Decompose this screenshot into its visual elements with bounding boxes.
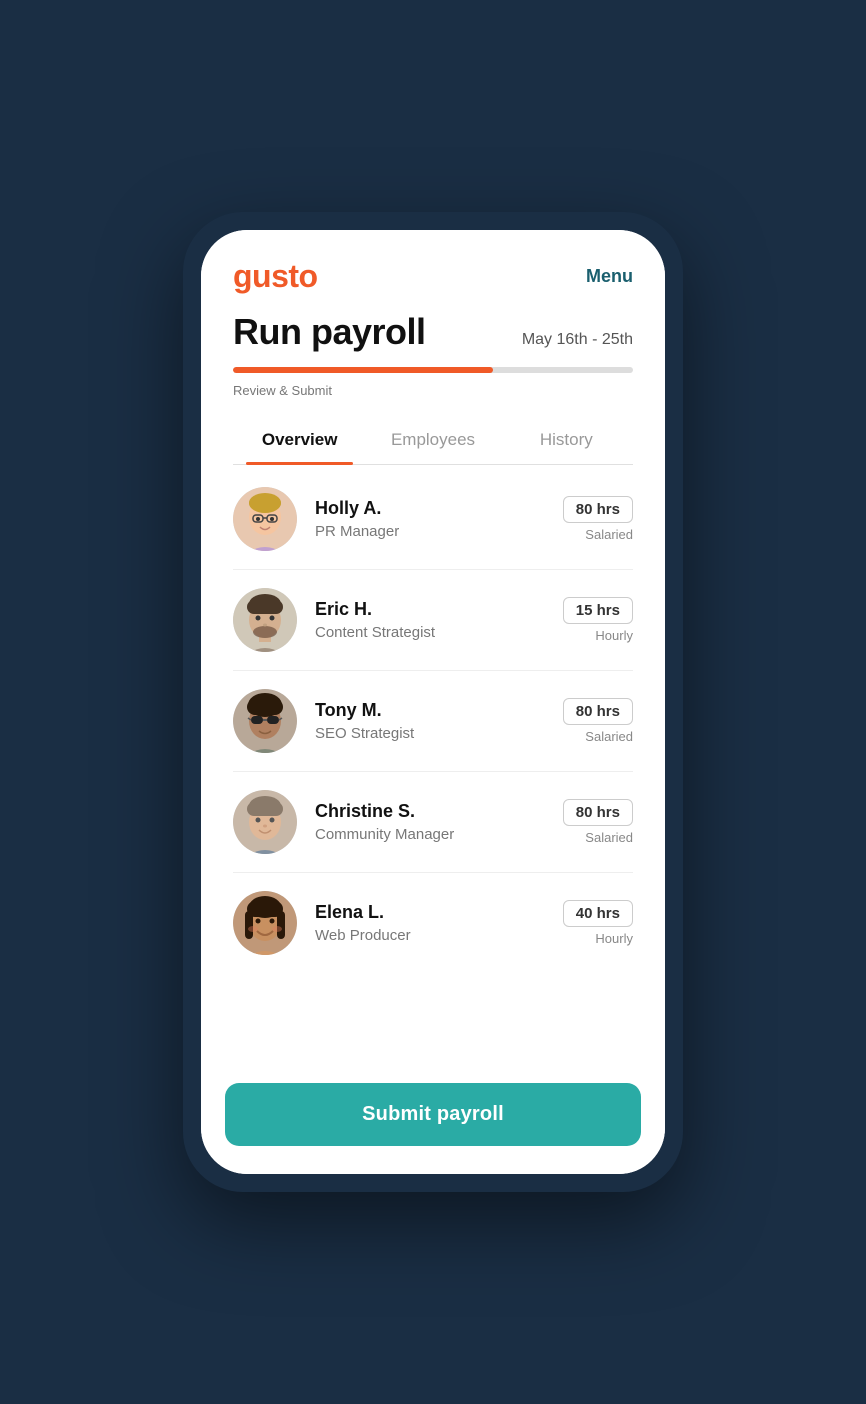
content-area: Run payroll May 16th - 25th Review & Sub…	[201, 311, 665, 1067]
avatar	[233, 891, 297, 955]
employee-name: Tony M.	[315, 700, 563, 721]
tab-history[interactable]: History	[500, 416, 633, 464]
employee-name: Eric H.	[315, 599, 563, 620]
progress-label: Review & Submit	[233, 383, 633, 398]
pay-type: Salaried	[563, 527, 633, 542]
date-range: May 16th - 25th	[522, 331, 633, 349]
hours-badge: 80 hrs	[563, 496, 633, 523]
phone-screen: gusto Menu Run payroll May 16th - 25th R…	[201, 230, 665, 1174]
table-row[interactable]: Eric H. Content Strategist 15 hrs Hourly	[233, 570, 633, 671]
table-row[interactable]: Holly A. PR Manager 80 hrs Salaried	[233, 469, 633, 570]
hours-badge: 40 hrs	[563, 900, 633, 927]
pay-type: Hourly	[563, 931, 633, 946]
app-logo: gusto	[233, 258, 318, 295]
hours-block: 80 hrs Salaried	[563, 799, 633, 845]
submit-payroll-button[interactable]: Submit payroll	[225, 1083, 641, 1146]
employee-info: Holly A. PR Manager	[315, 498, 563, 540]
pay-type: Hourly	[563, 628, 633, 643]
table-row[interactable]: Elena L. Web Producer 40 hrs Hourly	[233, 873, 633, 973]
pay-type: Salaried	[563, 830, 633, 845]
tab-overview[interactable]: Overview	[233, 416, 366, 464]
progress-bar	[233, 367, 633, 373]
employee-list: Holly A. PR Manager 80 hrs Salaried	[233, 469, 633, 973]
employee-name: Christine S.	[315, 801, 563, 822]
table-row[interactable]: Tony M. SEO Strategist 80 hrs Salaried	[233, 671, 633, 772]
avatar	[233, 588, 297, 652]
page-title: Run payroll	[233, 311, 426, 353]
hours-block: 40 hrs Hourly	[563, 900, 633, 946]
table-row[interactable]: Christine S. Community Manager 80 hrs Sa…	[233, 772, 633, 873]
hours-block: 15 hrs Hourly	[563, 597, 633, 643]
menu-button[interactable]: Menu	[586, 266, 633, 287]
hours-badge: 80 hrs	[563, 698, 633, 725]
employee-name: Holly A.	[315, 498, 563, 519]
progress-fill	[233, 367, 493, 373]
employee-role: SEO Strategist	[315, 725, 563, 742]
employee-role: Web Producer	[315, 927, 563, 944]
avatar	[233, 487, 297, 551]
pay-type: Salaried	[563, 729, 633, 744]
hours-badge: 80 hrs	[563, 799, 633, 826]
tab-employees[interactable]: Employees	[366, 416, 499, 464]
hours-badge: 15 hrs	[563, 597, 633, 624]
employee-info: Elena L. Web Producer	[315, 902, 563, 944]
phone-shell: gusto Menu Run payroll May 16th - 25th R…	[183, 212, 683, 1192]
employee-name: Elena L.	[315, 902, 563, 923]
tabs-bar: Overview Employees History	[233, 416, 633, 465]
hours-block: 80 hrs Salaried	[563, 698, 633, 744]
employee-info: Christine S. Community Manager	[315, 801, 563, 843]
avatar	[233, 689, 297, 753]
page-title-row: Run payroll May 16th - 25th	[233, 311, 633, 353]
avatar	[233, 790, 297, 854]
submit-area: Submit payroll	[201, 1067, 665, 1174]
employee-role: Community Manager	[315, 826, 563, 843]
hours-block: 80 hrs Salaried	[563, 496, 633, 542]
employee-role: Content Strategist	[315, 624, 563, 641]
employee-info: Eric H. Content Strategist	[315, 599, 563, 641]
app-header: gusto Menu	[201, 230, 665, 311]
employee-role: PR Manager	[315, 523, 563, 540]
employee-info: Tony M. SEO Strategist	[315, 700, 563, 742]
